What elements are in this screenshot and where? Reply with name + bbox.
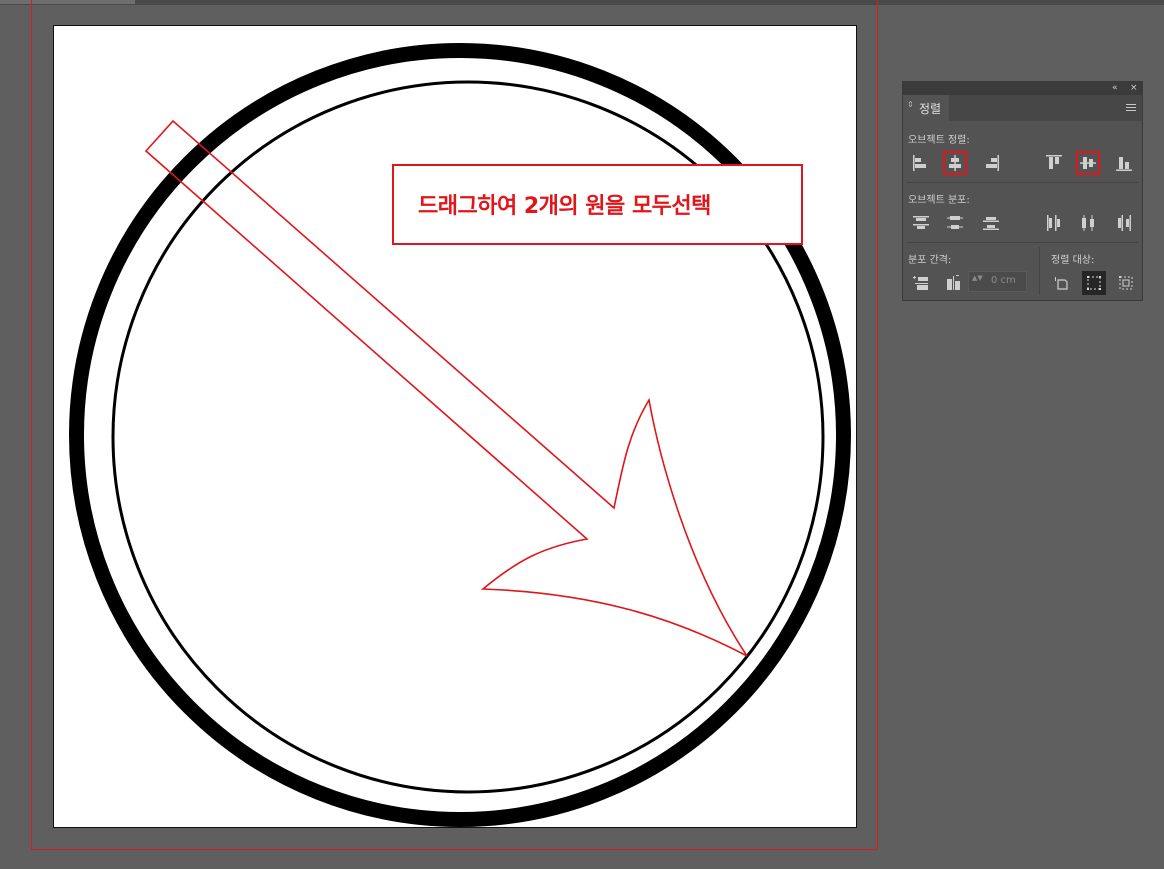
instruction-callout: 드래그하여 2개의 원을 모두선택	[392, 164, 803, 245]
horizontal-align-center-button[interactable]	[943, 151, 967, 175]
panel-titlebar[interactable]: « ×	[903, 82, 1142, 95]
section-divider	[907, 182, 1138, 183]
horizontal-align-right-button[interactable]	[979, 151, 1003, 175]
horizontal-distribute-space-icon	[947, 275, 960, 290]
vertical-align-top-button[interactable]	[1042, 151, 1066, 175]
align-to-artboard-button[interactable]	[1114, 271, 1138, 295]
section-divider-vertical	[1039, 247, 1040, 295]
distribute-spacing-value: 0 cm	[991, 275, 1016, 286]
vertical-distribute-bottom-icon	[983, 217, 999, 230]
align-panel: « × ⇕ 정렬 오브젝트 정렬: 오브젝트 분포: 분포 간격: 정렬 대상:	[902, 81, 1143, 301]
tab-align-label: 정렬	[919, 102, 942, 116]
horizontal-distribute-right-icon	[1118, 215, 1131, 231]
vertical-align-center-button[interactable]	[1076, 151, 1100, 175]
horizontal-distribute-center-icon	[1082, 215, 1094, 231]
horizontal-distribute-right-button[interactable]	[1112, 211, 1136, 235]
horizontal-distribute-center-button[interactable]	[1076, 211, 1100, 235]
horizontal-distribute-left-button[interactable]	[1042, 211, 1066, 235]
panel-menu-icon[interactable]	[1126, 104, 1136, 112]
horizontal-align-left-icon	[913, 155, 926, 171]
distribute-spacing-label: 분포 간격:	[908, 255, 952, 266]
vertical-distribute-top-icon	[913, 216, 929, 229]
spin-arrows-icon[interactable]: ▲▼	[972, 274, 983, 282]
vertical-distribute-top-button[interactable]	[909, 211, 933, 235]
horizontal-distribute-left-icon	[1047, 215, 1060, 231]
horizontal-align-center-icon	[949, 155, 961, 171]
close-icon[interactable]: ×	[1130, 82, 1138, 95]
vertical-align-bottom-button[interactable]	[1112, 151, 1136, 175]
vertical-distribute-space-icon	[913, 276, 928, 290]
vertical-align-center-icon	[1080, 157, 1096, 169]
vertical-distribute-bottom-button[interactable]	[979, 211, 1003, 235]
horizontal-align-left-button[interactable]	[909, 151, 933, 175]
vertical-distribute-space-button[interactable]	[909, 271, 933, 295]
align-to-key-object-button[interactable]	[1050, 271, 1074, 295]
instruction-text: 드래그하여 2개의 원을 모두선택	[418, 194, 711, 219]
align-to-label: 정렬 대상:	[1051, 255, 1095, 266]
align-objects-label: 오브젝트 정렬:	[908, 135, 970, 146]
tab-options-icon[interactable]: ⇕	[907, 101, 914, 109]
distribute-spacing-input[interactable]: ▲▼ 0 cm	[968, 271, 1027, 292]
horizontal-align-right-icon	[986, 155, 999, 171]
collapse-icon[interactable]: «	[1112, 82, 1118, 95]
align-to-selection-button[interactable]	[1082, 271, 1106, 295]
vertical-align-bottom-icon	[1116, 157, 1132, 171]
distribute-objects-label: 오브젝트 분포:	[908, 195, 970, 206]
tab-align[interactable]: ⇕ 정렬	[903, 95, 949, 121]
align-to-selection-icon	[1087, 276, 1101, 290]
align-to-key-object-icon	[1055, 277, 1068, 290]
panel-tab-row: ⇕ 정렬	[903, 95, 1142, 121]
vertical-distribute-center-icon	[947, 216, 963, 229]
section-divider	[907, 242, 1138, 243]
vertical-distribute-center-button[interactable]	[943, 211, 967, 235]
align-to-artboard-icon	[1119, 276, 1133, 290]
horizontal-distribute-space-button[interactable]	[941, 271, 965, 295]
artwork-layer	[69, 43, 851, 827]
vertical-align-top-icon	[1046, 155, 1062, 169]
